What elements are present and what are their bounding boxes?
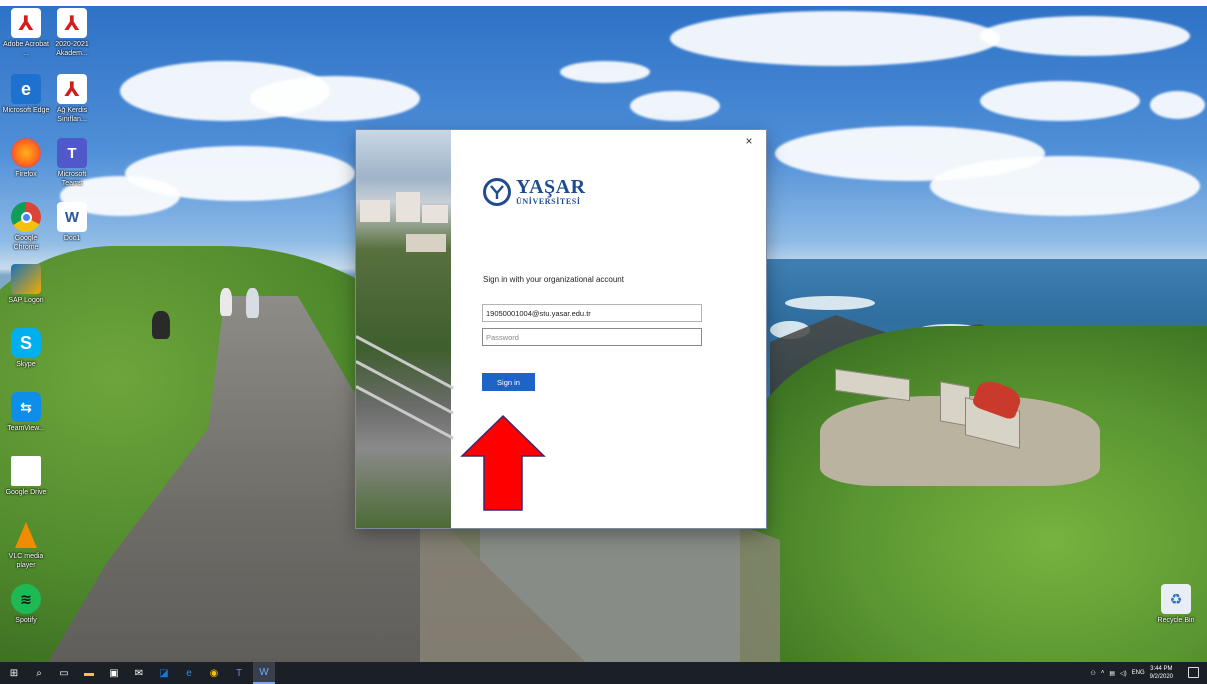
firefox-icon (11, 138, 41, 168)
vlc-icon (11, 520, 41, 550)
mail-icon[interactable]: ✉ (128, 662, 150, 684)
campus-photo (356, 130, 454, 528)
desktop-icon-google-chrome[interactable]: Google Chrome (2, 202, 50, 252)
chrome-icon (11, 202, 41, 232)
clock[interactable]: 3:44 PM 9/2/2020 (1150, 665, 1173, 681)
volume-icon[interactable]: ◁) (1120, 670, 1127, 677)
desktop-icon-microsoft-teams[interactable]: T Microsoft Teams (48, 138, 96, 188)
chevron-up-icon[interactable]: ˄ (1101, 670, 1105, 676)
desktop-icon-spotify[interactable]: ≋ Spotify (2, 584, 50, 625)
teams-icon[interactable]: T (228, 662, 250, 684)
system-tray: ⚇ ˄ ▤ ◁) ENG 3:44 PM 9/2/2020 (1090, 662, 1173, 684)
taskbar: ⊞ ⌕ ▭ ▬ ▣ ✉ ◪ e ◉ T W ⚇ ˄ ▤ ◁) ENG 3:44 … (0, 662, 1207, 684)
search-icon[interactable]: ⌕ (28, 662, 50, 684)
password-field[interactable] (482, 328, 702, 346)
language-indicator[interactable]: ENG (1132, 670, 1145, 676)
sign-in-button[interactable]: Sign in (482, 373, 535, 391)
desktop-icon-sap-logon[interactable]: SAP Logon (2, 264, 50, 305)
edge-icon[interactable]: e (178, 662, 200, 684)
close-button[interactable]: × (742, 134, 756, 148)
university-emblem-icon (483, 178, 511, 206)
desktop-icon-recycle-bin[interactable]: ♻ Recycle Bin (1152, 584, 1200, 625)
chrome-icon[interactable]: ◉ (203, 662, 225, 684)
clock-time: 3:44 PM (1150, 666, 1173, 672)
desktop-icon-vlc[interactable]: VLC media player (2, 520, 50, 570)
network-icon[interactable]: ▤ (1109, 670, 1115, 677)
sign-in-dialog: × YAŞAR ÜNİVERSİTESİ Sign in with your o… (356, 130, 766, 528)
spotify-icon: ≋ (11, 584, 41, 614)
email-field[interactable] (482, 304, 702, 322)
logo-line2: ÜNİVERSİTESİ (516, 197, 581, 206)
word-icon[interactable]: W (253, 662, 275, 684)
red-arrow-annotation (460, 414, 546, 511)
logo-line1: YAŞAR (516, 176, 586, 198)
file-icon (11, 456, 41, 486)
start-icon[interactable]: ⊞ (3, 662, 25, 684)
people-icon[interactable]: ⚇ (1090, 670, 1095, 677)
yasar-university-logo: YAŞAR ÜNİVERSİTESİ (483, 177, 586, 207)
store-icon[interactable]: ▣ (103, 662, 125, 684)
task-view-icon[interactable]: ▭ (53, 662, 75, 684)
sign-in-prompt: Sign in with your organizational account (483, 275, 624, 284)
desktop-icon-akademik-pdf[interactable]: ⅄ 2020-2021 Akadem... (48, 8, 96, 58)
edge-icon: e (11, 74, 41, 104)
desktop-icon-firefox[interactable]: Firefox (2, 138, 50, 179)
teams-icon: T (57, 138, 87, 168)
desktop-icon-skype[interactable]: S Skype (2, 328, 50, 369)
notification-center-icon[interactable] (1188, 667, 1199, 678)
teamviewer-icon: ⇆ (11, 392, 41, 422)
desktop-icon-pdf-2[interactable]: ⅄ Ağ Kerdis Sınıflan... (48, 74, 96, 124)
word-document-icon: W (57, 202, 87, 232)
pdf-icon: ⅄ (57, 8, 87, 38)
pdf-icon: ⅄ (57, 74, 87, 104)
outlook-icon[interactable]: ◪ (153, 662, 175, 684)
file-explorer-icon[interactable]: ▬ (78, 662, 100, 684)
clock-date: 9/2/2020 (1149, 674, 1173, 680)
desktop-icon-teamviewer[interactable]: ⇆ TeamView... (2, 392, 50, 433)
acrobat-icon: ⅄ (11, 8, 41, 38)
desktop-icon-microsoft-edge[interactable]: e Microsoft Edge (2, 74, 50, 115)
desktop-icon-google-drive[interactable]: Google Drive (2, 456, 50, 497)
sap-logon-icon (11, 264, 41, 294)
recycle-bin-icon: ♻ (1161, 584, 1191, 614)
skype-icon: S (11, 328, 41, 358)
desktop-icon-adobe-acrobat[interactable]: ⅄ Adobe Acrobat ... (2, 8, 50, 58)
desktop-icon-doc1[interactable]: W Doc1 (48, 202, 96, 243)
